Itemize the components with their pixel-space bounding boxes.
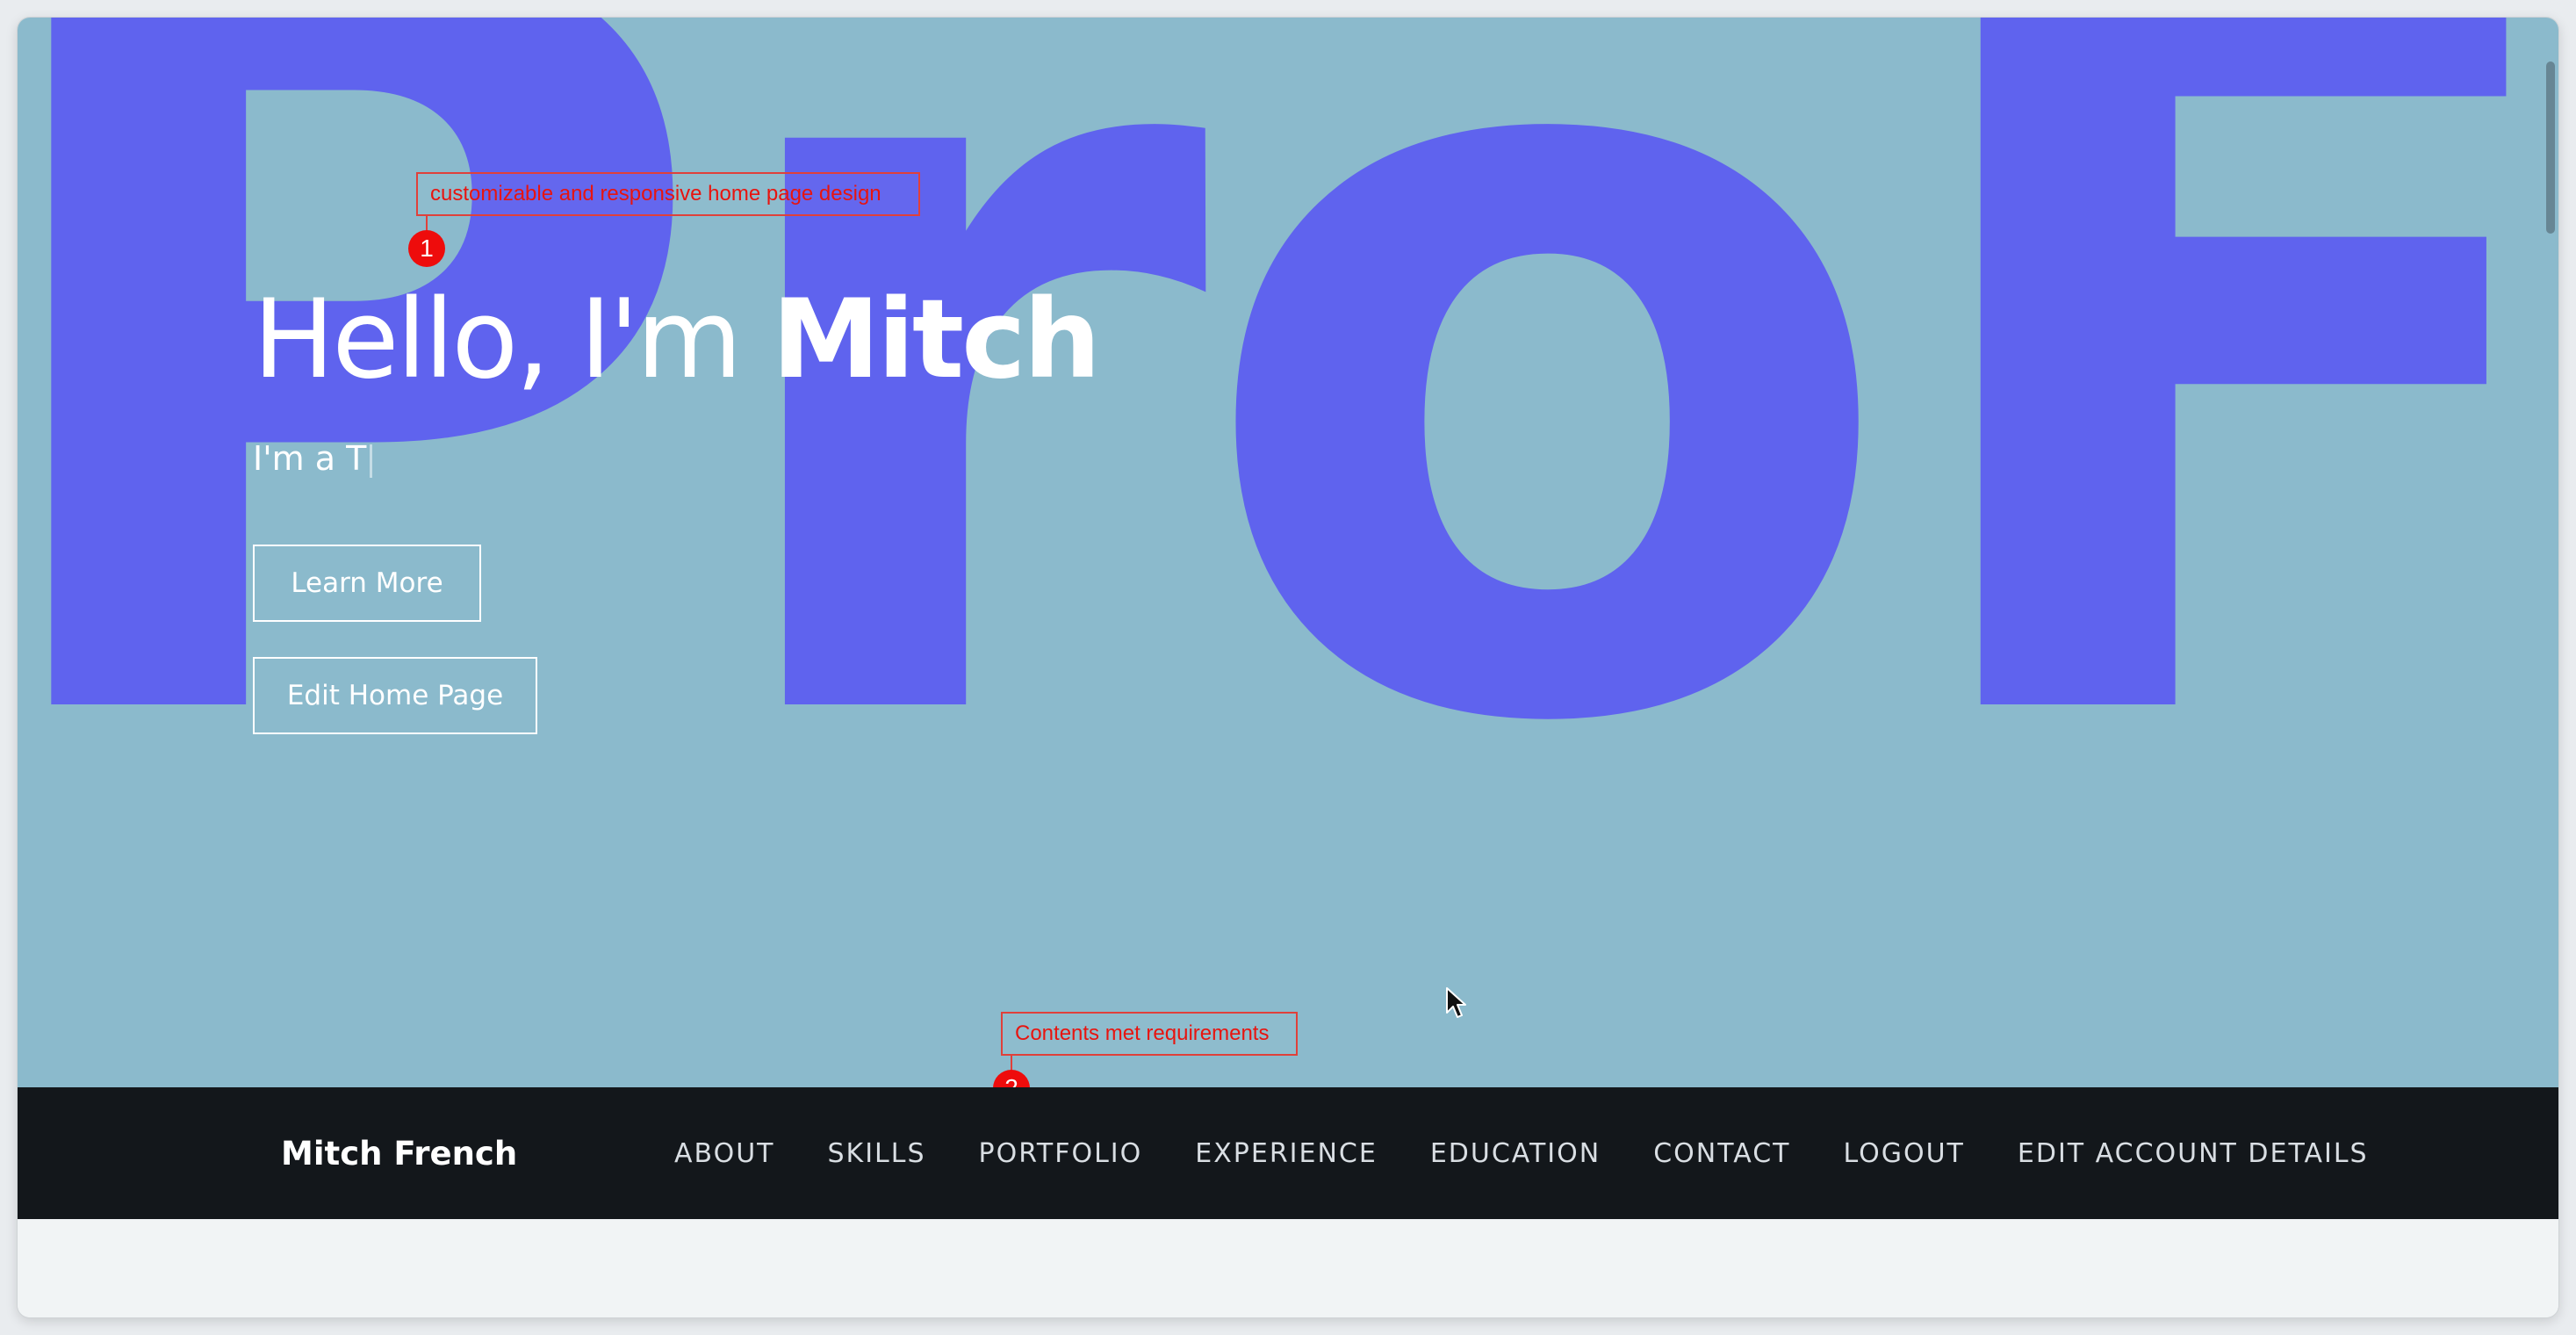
greeting-prefix: Hello, I'm [253, 277, 772, 403]
greeting-name: Mitch [772, 277, 1101, 403]
annotation-1-marker: 1 [408, 230, 445, 267]
hero-greeting: Hello, I'm Mitch [253, 277, 1101, 403]
nav-link-contact[interactable]: CONTACT [1653, 1138, 1790, 1169]
annotation-2-label: Contents met requirements [1001, 1012, 1298, 1056]
browser-window: ProFo Hello, I'm Mitch I'm a T Learn Mor… [18, 18, 2558, 1317]
nav-link-experience[interactable]: EXPERIENCE [1195, 1138, 1378, 1169]
annotation-1-label: customizable and responsive home page de… [416, 172, 920, 216]
hero-background-word: ProFo [18, 18, 2558, 949]
scrollbar-thumb[interactable] [2546, 61, 2555, 234]
tagline-text: I'm a T [253, 439, 367, 478]
nav-link-education[interactable]: EDUCATION [1430, 1138, 1601, 1169]
mouse-pointer-icon [1446, 987, 1466, 1018]
nav-link-portfolio[interactable]: PORTFOLIO [979, 1138, 1143, 1169]
site-navbar: Mitch French ABOUT SKILLS PORTFOLIO EXPE… [18, 1087, 2558, 1219]
nav-link-skills[interactable]: SKILLS [827, 1138, 925, 1169]
hero-tagline: I'm a T [253, 439, 373, 478]
nav-link-logout[interactable]: LOGOUT [1843, 1138, 1964, 1169]
page-content-area [18, 1219, 2558, 1317]
typing-cursor [370, 444, 373, 478]
hero-section: ProFo Hello, I'm Mitch I'm a T Learn Mor… [18, 18, 2558, 1087]
nav-link-edit-account-details[interactable]: EDIT ACCOUNT DETAILS [2018, 1138, 2369, 1169]
nav-links: ABOUT SKILLS PORTFOLIO EXPERIENCE EDUCAT… [674, 1087, 2369, 1219]
edit-home-page-button[interactable]: Edit Home Page [253, 657, 537, 734]
nav-link-about[interactable]: ABOUT [674, 1138, 774, 1169]
learn-more-button[interactable]: Learn More [253, 545, 481, 622]
brand-name[interactable]: Mitch French [281, 1087, 517, 1219]
